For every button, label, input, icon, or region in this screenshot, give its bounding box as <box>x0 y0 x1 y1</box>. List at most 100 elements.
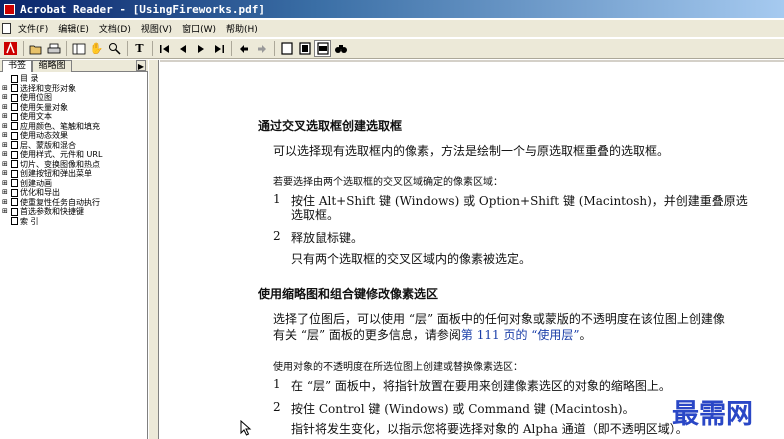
last-page-icon[interactable] <box>210 40 227 57</box>
tab-thumbnails[interactable]: 缩略图 <box>32 60 72 72</box>
bookmark-label: 目 录 <box>20 74 39 83</box>
bookmark-page-icon <box>11 150 18 159</box>
bookmark-page-icon <box>11 160 18 169</box>
bookmark-item[interactable]: ⊞ 创建动画 <box>2 179 146 189</box>
next-page-icon[interactable] <box>192 40 209 57</box>
document-view: 通过交叉选取框创建选取框 可以选择现有选取框内的像素，方法是绘制一个与原选取框重… <box>160 60 784 439</box>
expand-plus-icon[interactable]: ⊞ <box>2 93 11 103</box>
bookmark-item[interactable]: ⊞ 切片、变换图像和热点 <box>2 160 146 170</box>
expand-plus-icon[interactable]: ⊞ <box>2 122 11 132</box>
navigation-tabs: 书签 缩略图 ▶ <box>0 60 148 72</box>
bookmark-item[interactable]: ⊞ 选择和变形对象 <box>2 84 146 94</box>
section2-step2: 按住 Control 键 (Windows) 或 Command 键 (Maci… <box>291 402 635 416</box>
expand-plus-icon[interactable]: ⊞ <box>2 169 11 179</box>
expand-plus-icon[interactable]: ⊞ <box>2 150 11 160</box>
bookmark-page-icon <box>11 198 18 207</box>
document-menu-icon[interactable] <box>2 23 11 34</box>
bookmark-page-icon <box>11 103 18 112</box>
watermark: 最需网 <box>672 399 753 430</box>
pane-splitter[interactable] <box>149 60 159 439</box>
expand-plus-icon[interactable]: ⊞ <box>2 160 11 170</box>
bookmark-item[interactable]: ⊞ 使用样式、元件和 URL <box>2 150 146 160</box>
section2-heading: 使用缩略图和组合键修改像素选区 <box>258 287 439 301</box>
first-page-icon[interactable] <box>156 40 173 57</box>
bookmark-label: 选择和变形对象 <box>20 83 76 93</box>
menu-file[interactable]: 文件(F) <box>13 22 53 35</box>
acrobat-logo-icon[interactable] <box>2 40 19 57</box>
section2-step1: 在 “层” 面板中，将指针放置在要用来创建像素选区的对象的缩略图上。 <box>291 379 671 393</box>
mouse-cursor-icon <box>240 420 252 436</box>
expand-plus-icon[interactable]: ⊞ <box>2 188 11 198</box>
bookmark-item[interactable]: 索 引 <box>2 217 146 227</box>
menu-document[interactable]: 文档(D) <box>94 22 136 35</box>
bookmark-page-icon <box>11 131 18 140</box>
expand-plus-icon[interactable]: ⊞ <box>2 207 11 217</box>
bookmark-label: 优化和导出 <box>20 188 60 197</box>
open-icon[interactable] <box>27 40 44 57</box>
bookmark-item[interactable]: ⊞ 应用颜色、笔触和填充 <box>2 122 146 132</box>
menu-window[interactable]: 窗口(W) <box>177 22 221 35</box>
fit-page-icon[interactable] <box>296 40 313 57</box>
bookmark-item[interactable]: ⊞ 使用矢量对象 <box>2 103 146 113</box>
section2-steps-title: 使用对象的不透明度在所选位图上创建或替换像素选区： <box>273 362 523 373</box>
window-title: Acrobat Reader - [UsingFireworks.pdf] <box>20 2 266 16</box>
section1-intro: 可以选择现有选取框内的像素，方法是绘制一个与原选取框重叠的选取框。 <box>273 144 670 158</box>
bookmark-item[interactable]: ⊞ 使用文本 <box>2 112 146 122</box>
page-top-edge <box>160 60 784 62</box>
bookmark-page-icon <box>11 179 18 188</box>
bookmark-label: 创建动画 <box>20 178 52 188</box>
tabs-menu-arrow-icon[interactable]: ▶ <box>136 60 146 71</box>
bookmark-item[interactable]: ⊞ 使用动态效果 <box>2 131 146 141</box>
bookmark-page-icon <box>11 84 18 93</box>
bookmark-label: 使用矢量对象 <box>20 102 68 112</box>
bookmark-page-icon <box>11 74 18 83</box>
expand-plus-icon[interactable]: ⊞ <box>2 141 11 151</box>
expand-plus-icon[interactable]: ⊞ <box>2 131 11 141</box>
go-forward-icon[interactable] <box>253 40 270 57</box>
section1-step2: 释放鼠标键。 <box>291 231 364 245</box>
bookmark-tree: 目 录 ⊞ 选择和变形对象 ⊞ 使用位图 ⊞ 使用矢量对象 ⊞ 使用文本 ⊞ 应用颜色、笔触和填充 ⊞… <box>2 74 146 226</box>
bookmark-label: 使用样式、元件和 URL <box>20 150 103 159</box>
show-navigation-icon[interactable] <box>70 40 87 57</box>
bookmark-item[interactable]: ⊞ 层、蒙版和混合 <box>2 141 146 151</box>
go-back-icon[interactable] <box>235 40 252 57</box>
section1-step1-line1: 按住 Alt+Shift 键 (Windows) 或 Option+Shift … <box>291 194 748 208</box>
bookmark-item[interactable]: 目 录 <box>2 74 146 84</box>
text-select-icon[interactable]: T <box>131 40 148 57</box>
previous-page-icon[interactable] <box>174 40 191 57</box>
section1-step2-number: 2 <box>273 229 281 243</box>
bookmark-page-icon <box>11 169 18 178</box>
expand-plus-icon[interactable]: ⊞ <box>2 112 11 122</box>
actual-size-icon[interactable] <box>278 40 295 57</box>
section2-intro-line1: 选择了位图后，可以使用 “层” 面板中的任何对象或蒙版的不透明度在该位图上创建像 <box>273 312 725 326</box>
menu-edit[interactable]: 编辑(E) <box>53 22 94 35</box>
bookmark-item[interactable]: ⊞ 使用位图 <box>2 93 146 103</box>
bookmark-label: 使用文本 <box>20 112 52 121</box>
expand-plus-icon[interactable]: ⊞ <box>2 103 11 113</box>
menu-view[interactable]: 视图(V) <box>136 22 177 35</box>
section1-step1-number: 1 <box>273 192 281 206</box>
print-icon[interactable] <box>45 40 62 57</box>
bookmark-item[interactable]: ⊞ 首选参数和快捷键 <box>2 207 146 217</box>
find-icon[interactable] <box>332 40 349 57</box>
menu-help[interactable]: 帮助(H) <box>221 22 263 35</box>
bookmark-label: 使重复性任务自动执行 <box>20 197 100 207</box>
section1-step1-line2: 选取框。 <box>291 208 340 222</box>
tab-bookmarks[interactable]: 书签 <box>2 60 32 72</box>
section2-step2-number: 2 <box>273 400 281 414</box>
expand-plus-icon[interactable]: ⊞ <box>2 84 11 94</box>
section1-heading: 通过交叉选取框创建选取框 <box>258 119 403 133</box>
bookmark-item[interactable]: ⊞ 使重复性任务自动执行 <box>2 198 146 208</box>
bookmark-page-icon <box>11 217 18 226</box>
bookmark-page-icon <box>11 112 18 121</box>
fit-width-icon[interactable] <box>314 40 331 57</box>
bookmark-item[interactable]: ⊞ 优化和导出 <box>2 188 146 198</box>
zoom-tool-icon[interactable] <box>106 40 123 57</box>
toolbar: ✋ T <box>0 38 784 59</box>
title-bar: Acrobat Reader - [UsingFireworks.pdf] <box>0 0 784 18</box>
hand-tool-icon[interactable]: ✋ <box>88 40 105 57</box>
expand-plus-icon[interactable]: ⊞ <box>2 198 11 208</box>
expand-plus-icon[interactable]: ⊞ <box>2 179 11 189</box>
bookmark-item[interactable]: ⊞ 创建按钮和弹出菜单 <box>2 169 146 179</box>
cross-reference-link[interactable]: 第 111 页的 “使用层” <box>461 328 580 342</box>
